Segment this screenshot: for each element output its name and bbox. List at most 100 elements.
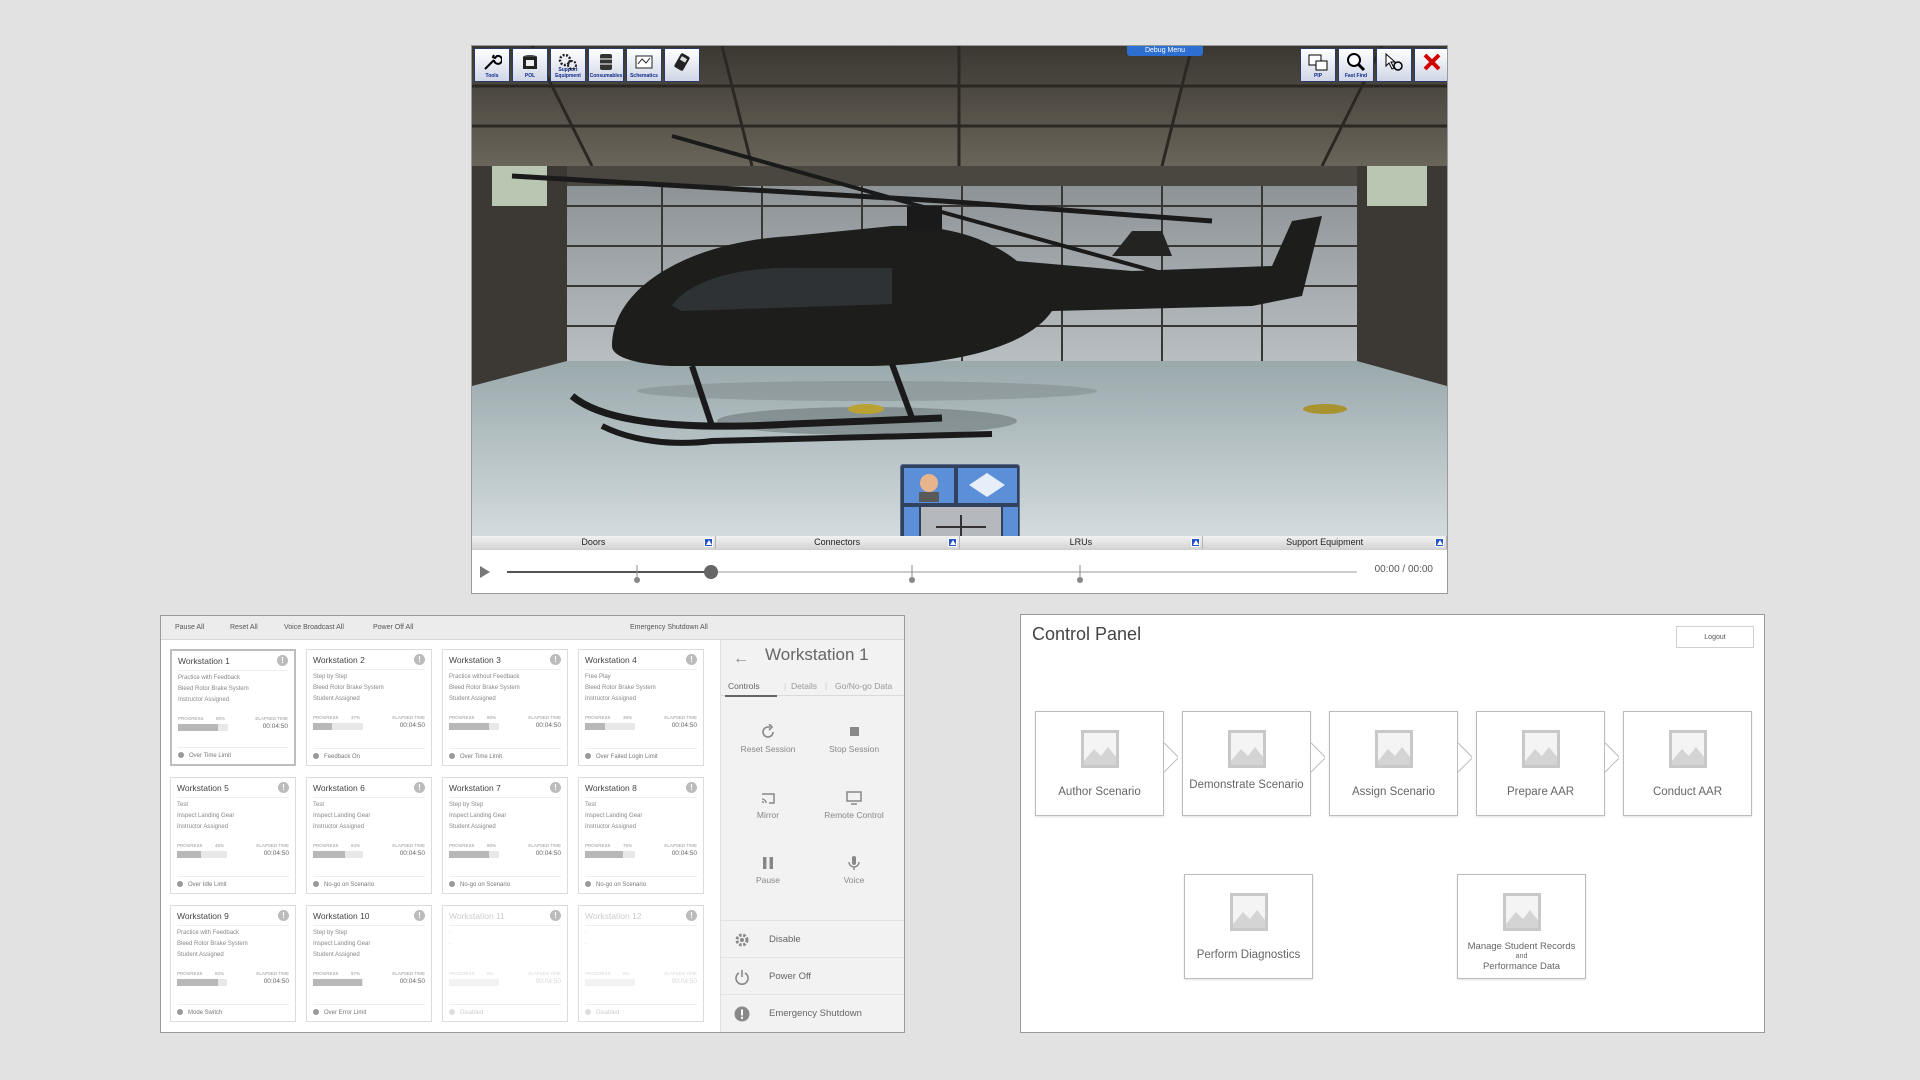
toolbar-left: Tools POL Support Equipment Consumables … (474, 48, 700, 82)
elapsed-time: 00:04:50 (671, 978, 697, 985)
debug-menu-button[interactable]: Debug Menu (1127, 46, 1203, 56)
workflow-chevron-icon (1164, 742, 1178, 782)
emergency-shutdown-button[interactable]: Emergency Shutdown (721, 994, 904, 1031)
tile-author-scenario[interactable]: Author Scenario (1035, 711, 1164, 816)
elapsed-time: 00:04:50 (535, 722, 561, 729)
timeline-marker-dot[interactable] (634, 577, 640, 583)
support-equipment-button[interactable]: Support Equipment (550, 48, 586, 82)
pol-button[interactable]: POL (512, 48, 548, 82)
workstation-title: Workstation 5 (177, 783, 229, 793)
workstation-card[interactable]: Workstation 10! Step by Step Inspect Landi… (306, 905, 432, 1022)
info-icon[interactable]: ! (278, 782, 289, 793)
elapsed-time: 00:04:50 (399, 850, 425, 857)
workstation-card[interactable]: Workstation 5! Test Inspect Landing Gear In… (170, 777, 296, 894)
workstation-status: No-go on Scenario (596, 882, 647, 888)
schematic-icon (635, 55, 653, 69)
progress-bar (177, 851, 227, 858)
tab-lrus[interactable]: LRUs (959, 536, 1204, 549)
info-icon[interactable]: ! (414, 782, 425, 793)
tile-prepare-aar[interactable]: Prepare AAR (1476, 711, 1605, 816)
workflow-chevron-icon (1311, 742, 1325, 782)
info-icon[interactable]: ! (550, 654, 561, 665)
elapsed-time: 00:04:50 (671, 850, 697, 857)
simulator-window: Tools POL Support Equipment Consumables … (471, 45, 1448, 594)
power-off-all-button[interactable]: Power Off All (373, 624, 413, 631)
expand-up-icon[interactable] (947, 538, 957, 547)
fast-find-button[interactable]: Fast Find (1338, 48, 1374, 82)
workstation-card[interactable]: Workstation 2! Step by Step Bleed Rotor Br… (306, 649, 432, 766)
workstation-title: Workstation 8 (585, 783, 637, 793)
power-off-button[interactable]: Power Off (721, 957, 904, 994)
tile-demonstrate-scenario[interactable]: Demonstrate Scenario (1182, 711, 1311, 816)
elapsed-time: 00:04:50 (262, 723, 288, 730)
tile-label-line2: and (1515, 953, 1528, 960)
hangar-3d-viewport[interactable]: Tools POL Support Equipment Consumables … (472, 46, 1447, 549)
workstation-card[interactable]: Workstation 3! Practice without Feedback B… (442, 649, 568, 766)
tab-go-no-go-data[interactable]: Go/No-go Data (835, 681, 892, 691)
back-arrow-icon[interactable]: ← (733, 650, 749, 668)
workstation-grid: Workstation 1! Practice with Feedback Blee… (170, 649, 715, 1022)
workstation-card[interactable]: Workstation 1! Practice with Feedback Blee… (170, 649, 296, 766)
schematics-button[interactable]: Schematics (626, 48, 662, 82)
pip-button[interactable]: PIP (1300, 48, 1336, 82)
pause-button[interactable]: Pause (725, 855, 811, 885)
info-icon[interactable]: ! (686, 654, 697, 665)
remote-control-button[interactable]: Remote Control (811, 790, 897, 820)
workstation-card[interactable]: Workstation 7! Step by Step Inspect Landin… (442, 777, 568, 894)
disable-workstation-button[interactable]: Disable (721, 920, 904, 957)
emergency-shutdown-all-button[interactable]: Emergency Shutdown All (630, 624, 708, 631)
timeline-handle[interactable] (704, 565, 718, 579)
tab-details[interactable]: Details (791, 681, 817, 691)
progress-value: 64% (351, 843, 361, 848)
voice-button[interactable]: Voice (811, 855, 897, 885)
progress-value: 80% (216, 716, 226, 721)
workstation-card[interactable]: Workstation 9! Practice with Feedback Blee… (170, 905, 296, 1022)
tools-button[interactable]: Tools (474, 48, 510, 82)
info-icon[interactable]: ! (277, 655, 288, 666)
workstation-title: Workstation 11 (449, 911, 505, 921)
tab-controls[interactable]: Controls (728, 681, 760, 691)
tile-conduct-aar[interactable]: Conduct AAR (1623, 711, 1752, 816)
consumables-button[interactable]: Consumables (588, 48, 624, 82)
workstation-title: Workstation 4 (585, 655, 637, 665)
tile-perform-diagnostics[interactable]: Perform Diagnostics (1184, 874, 1313, 979)
multimeter-button[interactable] (664, 48, 700, 82)
info-icon[interactable]: ! (414, 910, 425, 921)
cursor-zoom-button[interactable] (1376, 48, 1412, 82)
workstation-card[interactable]: Workstation 8! Test Inspect Landing Gear In… (578, 777, 704, 894)
tab-support-equipment[interactable]: Support Equipment (1203, 536, 1447, 549)
tile-manage-student-records[interactable]: Manage Student Records and Performance Dat… (1457, 874, 1586, 979)
info-icon[interactable]: ! (278, 910, 289, 921)
timeline-scrubber[interactable] (472, 550, 1447, 594)
workstation-detail-title: Workstation 1 (765, 645, 869, 664)
voice-broadcast-all-button[interactable]: Voice Broadcast All (284, 624, 344, 631)
info-icon[interactable]: ! (686, 910, 697, 921)
workstation-card[interactable]: Workstation 11! - - PROGRESS 0% ELAPSED TIME 0… (442, 905, 568, 1022)
timeline-marker-dot[interactable] (1077, 577, 1083, 583)
workstation-card[interactable]: Workstation 4! Free Play Bleed Rotor Brake… (578, 649, 704, 766)
close-button[interactable] (1414, 48, 1447, 82)
info-icon[interactable]: ! (414, 654, 425, 665)
stop-session-button[interactable]: Stop Session (811, 724, 897, 754)
tab-doors[interactable]: Doors (472, 536, 716, 549)
reset-all-button[interactable]: Reset All (230, 624, 258, 631)
info-icon[interactable]: ! (550, 782, 561, 793)
logout-button[interactable]: Logout (1676, 626, 1754, 648)
progress-label: PROGRESS (178, 716, 204, 721)
workstation-card[interactable]: Workstation 12! - - PROGRESS 0% ELAPSED TIME 0… (578, 905, 704, 1022)
reset-session-button[interactable]: Reset Session (725, 724, 811, 754)
workstation-assignment: Student Assigned (449, 696, 496, 702)
info-icon[interactable]: ! (550, 910, 561, 921)
tab-connectors-label: Connectors (814, 537, 861, 547)
timeline-marker-dot[interactable] (909, 577, 915, 583)
tile-assign-scenario[interactable]: Assign Scenario (1329, 711, 1458, 816)
workstation-status: No-go on Scenario (460, 882, 511, 888)
info-icon[interactable]: ! (686, 782, 697, 793)
mirror-button[interactable]: Mirror (725, 790, 811, 820)
tab-connectors[interactable]: Connectors (715, 536, 960, 549)
expand-up-icon[interactable] (703, 538, 713, 547)
workstation-card[interactable]: Workstation 6! Test Inspect Landing Gear In… (306, 777, 432, 894)
expand-up-icon[interactable] (1191, 538, 1201, 547)
expand-up-icon[interactable] (1435, 538, 1444, 547)
pause-all-button[interactable]: Pause All (175, 624, 204, 631)
